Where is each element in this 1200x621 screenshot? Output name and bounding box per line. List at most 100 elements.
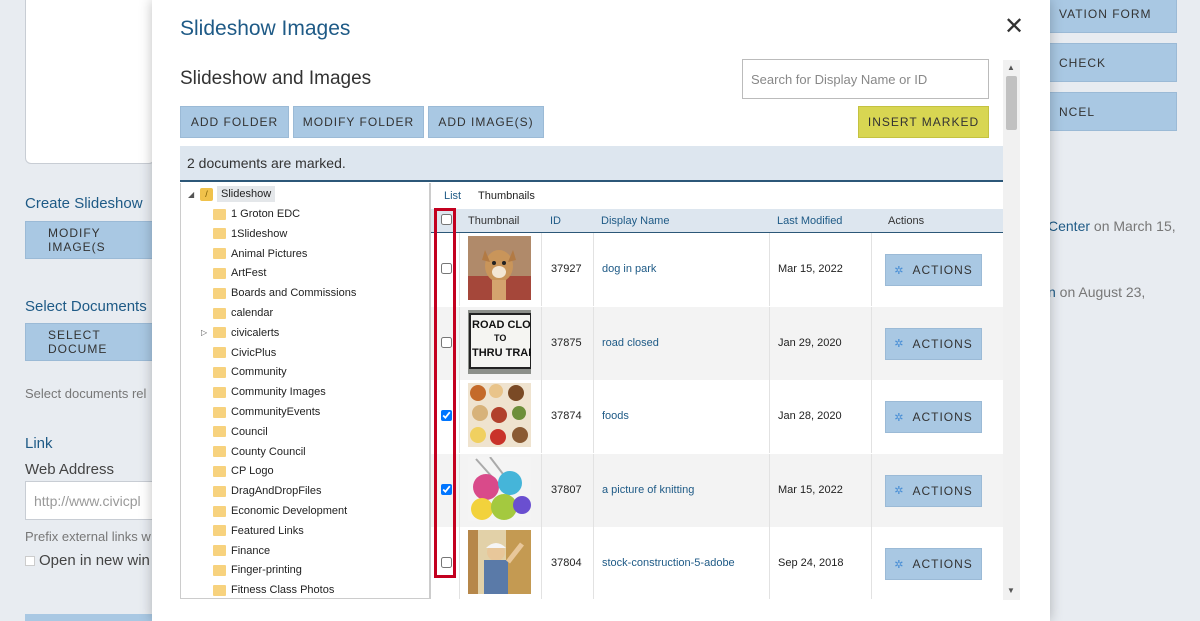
collapsed-icon[interactable]: ▷ [201,328,213,337]
row-checkbox[interactable] [441,483,452,495]
actions-button[interactable]: ✲ ACTIONS [885,254,982,286]
column-divider [459,527,460,599]
actions-button[interactable]: ✲ ACTIONS [885,474,982,507]
row-id: 37807 [551,483,582,496]
row-checkbox[interactable] [441,557,452,569]
open-new-window-label: Open in new win [39,552,150,569]
actions-button[interactable]: ✲ ACTIONS [885,548,982,581]
svg-text:TO: TO [494,333,506,343]
select-all-checkbox[interactable] [441,214,452,225]
column-divider [541,453,542,527]
add-images-button[interactable]: ADD IMAGE(S) [428,106,544,138]
reservation-form-button[interactable]: VATION FORM [1048,0,1177,33]
row-last-modified: Jan 29, 2020 [778,336,842,349]
tree-folder-item[interactable]: Boards and Commissions [201,284,356,302]
row-checkbox[interactable] [441,263,452,274]
tree-folder-label: Council [231,425,268,438]
tree-folder-item[interactable]: CommunityEvents [201,403,320,421]
thumbnail-image[interactable] [468,236,531,300]
tree-folder-item[interactable]: ▷ civicalerts [201,324,279,342]
folder-icon [213,327,226,339]
description-textarea[interactable] [25,0,155,164]
web-address-input[interactable]: http://www.civicpl [25,481,155,520]
select-documents-help: Select documents rel [25,386,147,401]
tab-thumbnails[interactable]: Thumbnails [478,190,535,202]
marked-status-bar: 2 documents are marked. [180,146,1003,182]
column-divider [593,306,594,380]
modify-images-button[interactable]: MODIFY IMAGE(S [25,221,155,259]
checkbox-box[interactable] [25,555,35,566]
add-folder-button[interactable]: ADD FOLDER [180,106,289,138]
thumbnail-image[interactable] [468,383,531,448]
tree-folder-item[interactable]: CivicPlus [201,344,276,362]
select-documents-button[interactable]: SELECT DOCUME [25,323,155,361]
actions-button[interactable]: ✲ ACTIONS [885,401,982,434]
right-snippet-2: n on August 23, [1048,284,1145,300]
check-button[interactable]: CHECK [1048,43,1177,82]
tree-folder-item[interactable]: Fitness Class Photos [201,581,334,598]
row-display-name[interactable]: stock-construction-5-adobe [602,557,735,569]
tree-folder-label: CommunityEvents [231,406,321,418]
row-checkbox[interactable] [441,336,452,348]
row-display-name[interactable]: road closed [602,337,659,349]
svg-text:THRU TRAF: THRU TRAF [472,347,531,359]
row-display-name[interactable]: a picture of knitting [602,484,694,496]
tree-folder-item[interactable]: Community Images [201,383,326,401]
right-snippet-1-link[interactable]: Center [1048,218,1090,234]
scroll-down-icon[interactable]: ▼ [1007,586,1015,595]
column-divider [769,233,770,306]
search-input[interactable] [742,59,989,99]
tree-folder-item[interactable]: Finger-printing [201,561,302,579]
column-divider [871,380,872,454]
row-display-name[interactable]: foods [602,410,629,422]
tree-root-item[interactable]: ◢ / Slideshow [188,185,276,203]
image-table-panel: List Thumbnails Thumbnail ID Display Nam… [430,183,1003,599]
scrollbar-thumb[interactable] [1006,76,1017,130]
tree-folder-item[interactable]: calendar [201,304,273,322]
thumbnail-image[interactable]: ROAD CLOS TO THRU TRAF [468,309,531,374]
tree-folder-item[interactable]: CP Logo [201,462,274,480]
tree-folder-item[interactable]: Featured Links [201,522,304,540]
expanded-icon[interactable]: ◢ [188,190,200,199]
header-id[interactable]: ID [550,215,561,227]
folder-icon [213,366,226,378]
bottom-button[interactable] [25,614,155,621]
column-divider [541,306,542,380]
tree-root-label: Slideshow [217,186,276,202]
prefix-help: Prefix external links w [25,529,151,544]
column-divider [541,527,542,599]
thumbnail-image[interactable] [468,530,531,595]
select-documents-heading: Select Documents [25,298,147,315]
tree-folder-item[interactable]: Community [201,363,287,381]
tab-list[interactable]: List [444,190,461,202]
tree-folder-item[interactable]: Animal Pictures [201,245,307,263]
tree-folder-item[interactable]: DragAndDropFiles [201,482,321,500]
tree-folder-item[interactable]: 1 Groton EDC [201,205,300,223]
modify-folder-button[interactable]: MODIFY FOLDER [293,106,424,138]
tree-folder-item[interactable]: 1Slideshow [201,225,287,243]
row-display-name[interactable]: dog in park [602,263,656,275]
open-new-window-checkbox[interactable]: Open in new win [25,552,150,569]
tree-folder-item[interactable]: ArtFest [201,264,266,282]
scroll-up-icon[interactable]: ▲ [1007,63,1015,72]
column-divider [459,306,460,380]
tree-folder-label: CivicPlus [231,346,277,359]
thumbnail-image[interactable] [468,456,531,521]
tree-folder-item[interactable]: Council [201,423,268,441]
tree-folder-label: 1Slideshow [231,227,288,240]
close-icon[interactable]: ✕ [1003,15,1025,39]
actions-label: ACTIONS [912,483,973,498]
tree-folder-item[interactable]: Economic Development [201,502,347,520]
folder-icon: / [200,187,213,201]
web-address-label: Web Address [25,461,114,478]
header-last-modified[interactable]: Last Modified [777,215,842,227]
tree-folder-item[interactable]: County Council [201,443,306,461]
modal-scrollbar[interactable]: ▲ ▼ [1003,60,1020,600]
insert-marked-button[interactable]: INSERT MARKED [858,106,989,138]
column-divider [541,380,542,454]
tree-folder-item[interactable]: Finance [201,542,270,560]
row-checkbox[interactable] [441,410,452,422]
actions-button[interactable]: ✲ ACTIONS [885,327,982,360]
cancel-button[interactable]: NCEL [1048,92,1177,131]
header-display-name[interactable]: Display Name [601,215,669,227]
